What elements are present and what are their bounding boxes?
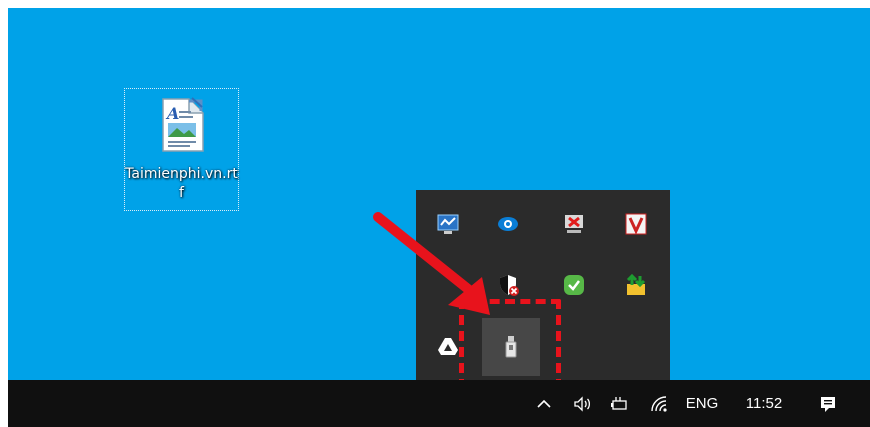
- volume-icon[interactable]: [566, 380, 598, 427]
- pointer-arrow: [373, 212, 490, 315]
- notification-icon[interactable]: [808, 380, 848, 427]
- language-indicator[interactable]: ENG: [680, 380, 724, 427]
- sync-update-icon[interactable]: [616, 265, 656, 305]
- clock[interactable]: 11:52: [736, 380, 792, 427]
- desktop-file-label: Taimienphi.vn.rtf: [125, 166, 238, 201]
- svg-text:A: A: [165, 104, 179, 123]
- battery-icon[interactable]: [604, 380, 634, 427]
- wifi-icon[interactable]: [644, 380, 674, 427]
- display-error-icon[interactable]: [554, 204, 594, 244]
- chevron-up-icon[interactable]: [530, 380, 558, 427]
- antivirus-v-icon[interactable]: [616, 204, 656, 244]
- desktop-file-icon[interactable]: A Taimienphi.vn.rtf: [124, 88, 239, 211]
- taskbar: ENG 11:52: [8, 380, 870, 427]
- rtf-document-icon: A: [162, 97, 204, 152]
